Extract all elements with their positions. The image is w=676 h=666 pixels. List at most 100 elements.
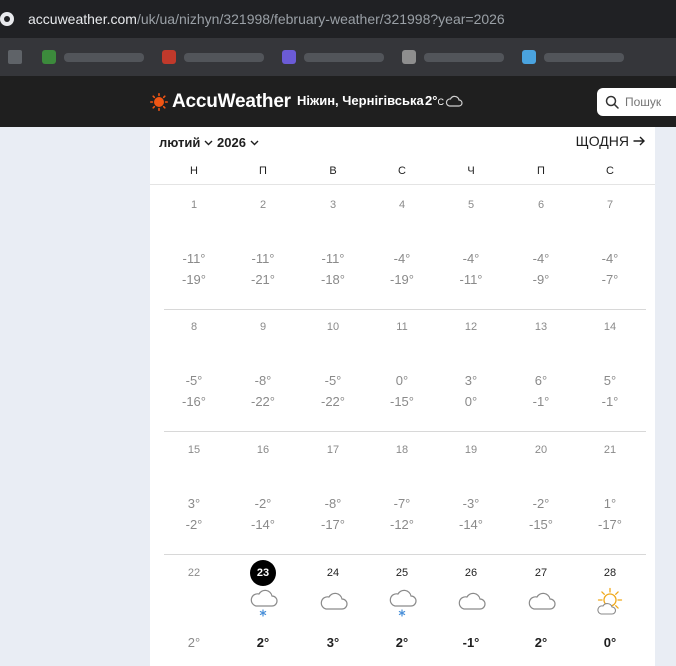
calendar-day[interactable]: 13 6° -1° bbox=[511, 317, 571, 427]
daily-link-label: ЩОДНЯ bbox=[575, 133, 629, 149]
high-temp: -8° bbox=[324, 496, 342, 511]
accuweather-logo[interactable]: AccuWeather bbox=[150, 91, 291, 113]
low-temp: -9° bbox=[532, 272, 550, 287]
calendar-day[interactable]: 8 -5° -16° bbox=[164, 317, 224, 427]
high-temp: 5° bbox=[603, 373, 617, 388]
calendar-day[interactable]: 7 -4° -7° bbox=[580, 195, 640, 305]
calendar-day[interactable]: 17 -8° -17° bbox=[303, 440, 363, 550]
low-temp: -7° bbox=[601, 272, 619, 287]
day-number: 6 bbox=[537, 199, 545, 211]
bookmark-label bbox=[544, 52, 624, 62]
high-temp: -11° bbox=[182, 251, 206, 266]
bookmark-favicon-icon bbox=[162, 50, 176, 64]
day-number: 24 bbox=[326, 567, 340, 579]
calendar-day[interactable]: 20 -2° -15° bbox=[511, 440, 571, 550]
calendar-day[interactable]: 16 -2° -14° bbox=[233, 440, 293, 550]
high-temp: -3° bbox=[462, 496, 480, 511]
bookmark-favicon-icon bbox=[282, 50, 296, 64]
bookmark-label bbox=[184, 52, 264, 62]
current-temperature[interactable]: 2°C bbox=[425, 93, 444, 108]
calendar-day[interactable]: 15 3° -2° bbox=[164, 440, 224, 550]
high-temp: -5° bbox=[185, 373, 203, 388]
current-temp-value: 2° bbox=[425, 93, 438, 108]
calendar-day[interactable]: 12 3° 0° bbox=[441, 317, 501, 427]
calendar-day[interactable]: 10 -5° -22° bbox=[303, 317, 363, 427]
calendar-day[interactable]: 23 2° bbox=[233, 560, 293, 666]
day-number: 19 bbox=[464, 444, 478, 456]
day-number: 22 bbox=[187, 567, 201, 579]
calendar-day[interactable]: 25 2° bbox=[372, 563, 432, 666]
low-temp: -1° bbox=[532, 394, 550, 409]
calendar-day[interactable]: 2 -11° -21° bbox=[233, 195, 293, 305]
bookmark-item[interactable] bbox=[42, 50, 144, 64]
low-temp: -12° bbox=[390, 517, 414, 532]
bookmark-favicon-icon bbox=[42, 50, 56, 64]
search-box[interactable] bbox=[597, 88, 676, 116]
high-temp: -11° bbox=[251, 251, 275, 266]
high-temp: -4° bbox=[393, 251, 411, 266]
calendar-day[interactable]: 4 -4° -19° bbox=[372, 195, 432, 305]
low-temp: -19° bbox=[182, 272, 206, 287]
calendar-day[interactable]: 27 2° bbox=[511, 563, 571, 666]
bookmark-item[interactable] bbox=[522, 50, 624, 64]
calendar-day[interactable]: 9 -8° -22° bbox=[233, 317, 293, 427]
url-text[interactable]: accuweather.com/uk/ua/nizhyn/321998/febr… bbox=[28, 11, 505, 27]
bookmark-item[interactable] bbox=[162, 50, 264, 64]
calendar-day[interactable]: 3 -11° -18° bbox=[303, 195, 363, 305]
calendar-day[interactable]: 22 2° bbox=[164, 563, 224, 666]
calendar-day[interactable]: 28 0° bbox=[580, 563, 640, 666]
calendar-day[interactable]: 24 3° bbox=[303, 563, 363, 666]
apps-icon[interactable] bbox=[8, 50, 22, 64]
search-input[interactable] bbox=[625, 95, 676, 109]
calendar-day[interactable]: 6 -4° -9° bbox=[511, 195, 571, 305]
bookmark-label bbox=[304, 52, 384, 62]
calendar-day[interactable]: 18 -7° -12° bbox=[372, 440, 432, 550]
high-temp: 0° bbox=[395, 373, 409, 388]
day-number: 5 bbox=[467, 199, 475, 211]
partly-sunny-icon bbox=[595, 587, 625, 617]
year-selector[interactable]: 2026 bbox=[217, 135, 259, 150]
calendar-day[interactable]: 1 -11° -19° bbox=[164, 195, 224, 305]
calendar-day[interactable]: 19 -3° -14° bbox=[441, 440, 501, 550]
high-temp: 2° bbox=[256, 635, 270, 650]
day-number: 3 bbox=[329, 199, 337, 211]
day-number: 12 bbox=[464, 321, 478, 333]
weekday-label: Ч bbox=[467, 165, 475, 177]
high-temp: 2° bbox=[187, 635, 201, 650]
low-temp: -15° bbox=[529, 517, 553, 532]
week-divider bbox=[164, 554, 646, 555]
high-temp: -7° bbox=[393, 496, 411, 511]
weekday-label: С bbox=[606, 165, 614, 177]
week-divider bbox=[164, 309, 646, 310]
day-number: 26 bbox=[464, 567, 478, 579]
browser-url-bar[interactable]: accuweather.com/uk/ua/nizhyn/321998/febr… bbox=[0, 0, 676, 38]
cloud-icon bbox=[318, 587, 348, 617]
high-temp: -11° bbox=[321, 251, 345, 266]
high-temp: 6° bbox=[534, 373, 548, 388]
high-temp: 3° bbox=[187, 496, 201, 511]
low-temp: -17° bbox=[598, 517, 622, 532]
week-divider bbox=[164, 431, 646, 432]
site-info-icon[interactable] bbox=[0, 12, 14, 26]
calendar-day[interactable]: 21 1° -17° bbox=[580, 440, 640, 550]
high-temp: 2° bbox=[395, 635, 409, 650]
arrow-right-icon bbox=[633, 136, 645, 146]
calendar-day[interactable]: 5 -4° -11° bbox=[441, 195, 501, 305]
sun-logo-icon bbox=[150, 93, 168, 111]
bookmark-item[interactable] bbox=[402, 50, 504, 64]
day-number: 4 bbox=[398, 199, 406, 211]
weekday-label: В bbox=[329, 165, 337, 177]
calendar-day[interactable]: 11 0° -15° bbox=[372, 317, 432, 427]
bookmarks-bar bbox=[0, 38, 676, 76]
calendar-panel: лютий 2026 ЩОДНЯ НПВСЧПС 1 -11° -19° 2 -11° -… bbox=[150, 127, 655, 666]
calendar-day[interactable]: 14 5° -1° bbox=[580, 317, 640, 427]
month-selector[interactable]: лютий bbox=[159, 135, 213, 150]
day-number: 7 bbox=[606, 199, 614, 211]
calendar-day[interactable]: 26 -1° bbox=[441, 563, 501, 666]
daily-link[interactable]: ЩОДНЯ bbox=[576, 133, 645, 149]
url-host: accuweather.com bbox=[28, 11, 137, 27]
chevron-down-icon bbox=[250, 140, 259, 145]
high-temp: -2° bbox=[254, 496, 272, 511]
bookmark-item[interactable] bbox=[282, 50, 384, 64]
location-name[interactable]: Ніжин, Чернігівська bbox=[297, 93, 424, 108]
